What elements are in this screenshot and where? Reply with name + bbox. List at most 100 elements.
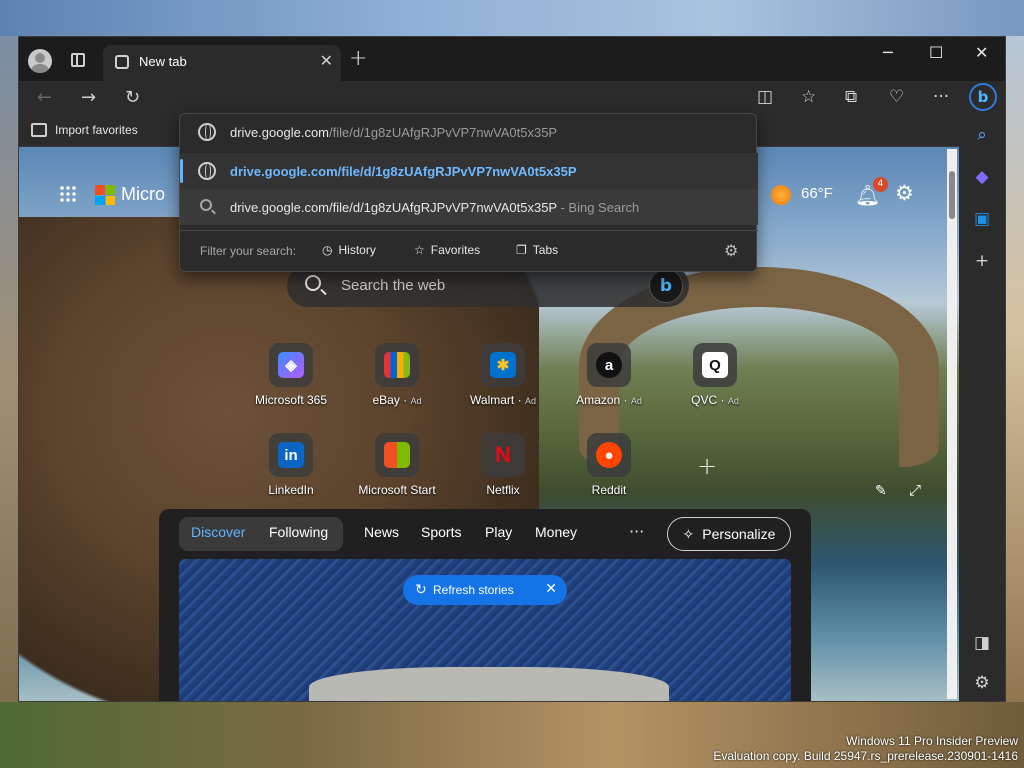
minimize-icon[interactable]: ─ (883, 43, 893, 62)
feed-tab-play[interactable]: Play (485, 524, 512, 540)
quick-link-tile[interactable]: ✱ Walmart · Ad (453, 343, 553, 427)
split-screen-icon[interactable]: ◫ (757, 87, 773, 107)
filter-tabs[interactable]: ❐ Tabs (516, 243, 558, 257)
qvc-icon: Q (702, 352, 728, 378)
amazon-icon: a (596, 352, 622, 378)
filter-favorites[interactable]: ☆ Favorites (414, 243, 480, 257)
quick-link-label: eBay (372, 393, 400, 407)
sidebar-outlook-icon[interactable]: ▣ (971, 209, 993, 229)
address-input[interactable]: drive.google.com/file/d/1g8zUAfgRJPvVP7n… (180, 114, 758, 150)
app-launcher-icon[interactable] (59, 185, 77, 203)
filter-settings-icon[interactable]: ⚙ (724, 241, 738, 261)
news-feed: Discover Following News Sports Play Mone… (159, 509, 811, 701)
close-refresh-icon[interactable]: ✕ (545, 580, 557, 597)
quick-link-tile[interactable]: a Amazon · Ad (559, 343, 659, 427)
sidebar: ⌕ ◆ ▣ + ◨ ⚙ (959, 117, 1005, 701)
feed-story-image[interactable]: ↻ Refresh stories ✕ (179, 559, 791, 701)
quick-link-tile[interactable]: eBay · Ad (347, 343, 447, 427)
refresh-stories-icon: ↻ (415, 581, 427, 597)
new-tab-plus-icon[interactable]: + (349, 46, 367, 71)
bing-chat-icon[interactable]: b (649, 269, 683, 303)
browser-window: New tab ✕ + ─ ☐ ✕ ← → ↻ ◫ ☆ ⧉ ♡ ··· b Im… (18, 36, 1006, 702)
quick-link-tile[interactable]: ● Reddit (559, 433, 659, 517)
sidebar-search-icon[interactable]: ⌕ (971, 125, 993, 145)
quick-link-tile[interactable]: ◈ Microsoft 365 (241, 343, 341, 427)
scrollbar-thumb[interactable] (949, 171, 955, 219)
tab-actions-icon[interactable] (71, 53, 85, 67)
suggestion-url[interactable]: drive.google.com/file/d/1g8zUAfgRJPvVP7n… (180, 153, 758, 189)
search-icon (305, 275, 321, 291)
ad-marker: Ad (727, 396, 739, 406)
tab-title: New tab (139, 54, 187, 69)
search-suggestion-text: drive.google.com/file/d/1g8zUAfgRJPvVP7n… (230, 200, 557, 215)
copilot-bing-icon[interactable]: b (969, 83, 997, 111)
close-tab-icon[interactable]: ✕ (320, 51, 333, 70)
suggestion-url-text: drive.google.com/file/d/1g8zUAfgRJPvVP7n… (230, 164, 577, 179)
quick-link-tile[interactable]: Microsoft Start (347, 433, 447, 517)
sidebar-add-icon[interactable]: + (971, 251, 993, 271)
weather-sun-icon[interactable] (771, 185, 791, 205)
quick-link-tile[interactable]: Q QVC · Ad (665, 343, 765, 427)
close-window-icon[interactable]: ✕ (975, 43, 988, 62)
collections-icon[interactable]: ⧉ (845, 87, 857, 107)
watermark-line-1: Windows 11 Pro Insider Preview (846, 734, 1018, 748)
personalize-icon: ✧ (682, 525, 695, 542)
bing-search-suffix: - Bing Search (556, 200, 640, 215)
notifications-badge: 4 (873, 177, 888, 192)
favorites-icon[interactable]: ☆ (801, 87, 816, 107)
expand-background-icon[interactable]: ⤢ (909, 481, 921, 499)
title-bar: New tab ✕ + ─ ☐ ✕ (19, 37, 1005, 81)
tab-new-tab[interactable]: New tab ✕ (103, 45, 341, 81)
ad-marker: Ad (524, 396, 536, 406)
edit-background-icon[interactable]: ✎ (875, 483, 887, 499)
watermark-line-2: Evaluation copy. Build 25947.rs_prerelea… (713, 749, 1018, 763)
toolbar: ← → ↻ ◫ ☆ ⧉ ♡ ··· b (19, 81, 1005, 117)
quick-link-label: Amazon (576, 393, 621, 407)
sidebar-copilot-icon[interactable]: ◆ (971, 167, 993, 187)
suggestion-search[interactable]: drive.google.com/file/d/1g8zUAfgRJPvVP7n… (180, 189, 758, 225)
selection-indicator (180, 159, 183, 183)
feed-tab-following[interactable]: Following (269, 524, 328, 540)
maximize-icon[interactable]: ☐ (929, 43, 943, 62)
profile-avatar[interactable] (28, 49, 52, 73)
desktop-wallpaper-right (1006, 36, 1024, 736)
quick-link-tile[interactable]: N Netflix (453, 433, 553, 517)
forward-icon[interactable]: → (81, 87, 96, 108)
linkedin-icon: in (278, 442, 304, 468)
filter-history[interactable]: ◷ History (322, 243, 376, 257)
feed-tab-money[interactable]: Money (535, 524, 577, 540)
refresh-stories-button[interactable]: ↻ Refresh stories ✕ (403, 575, 567, 605)
personalize-button[interactable]: ✧ Personalize (667, 517, 791, 551)
add-quick-link-icon[interactable]: + (685, 445, 729, 489)
feed-tab-sports[interactable]: Sports (421, 524, 461, 540)
browser-essentials-icon[interactable]: ♡ (889, 87, 904, 107)
favorites-star-icon: ☆ (414, 243, 425, 257)
page-scrollbar[interactable] (947, 149, 957, 699)
import-favorites-button[interactable]: Import favorites (31, 123, 138, 137)
sidebar-hide-icon[interactable]: ◨ (971, 633, 993, 653)
feed-tab-discover[interactable]: Discover (191, 524, 245, 540)
feed-more-icon[interactable]: ··· (629, 522, 644, 541)
feed-tab-news[interactable]: News (364, 524, 399, 540)
walmart-icon: ✱ (490, 352, 516, 378)
new-tab-icon (115, 55, 129, 69)
quick-links: ◈ Microsoft 365 eBay · Ad ✱ Walmart · Ad… (229, 343, 759, 523)
address-bar-dropdown: drive.google.com/file/d/1g8zUAfgRJPvVP7n… (179, 113, 758, 272)
page-settings-gear-icon[interactable]: ⚙ (895, 181, 914, 205)
history-icon: ◷ (322, 243, 333, 257)
quick-link-tile[interactable]: in LinkedIn (241, 433, 341, 517)
ad-marker: Ad (630, 396, 642, 406)
sidebar-settings-icon[interactable]: ⚙ (971, 673, 993, 693)
netflix-icon: N (495, 442, 511, 467)
quick-link-label: Microsoft Start (358, 483, 436, 497)
settings-more-icon[interactable]: ··· (933, 87, 949, 107)
search-icon (200, 199, 212, 211)
filter-label: Filter your search: (200, 244, 297, 258)
back-icon[interactable]: ← (37, 87, 52, 108)
globe-icon (198, 123, 216, 141)
desktop-wallpaper-top (0, 0, 1024, 36)
ship-image-shape (309, 667, 669, 701)
weather-temperature[interactable]: 66°F (801, 185, 833, 202)
refresh-icon[interactable]: ↻ (125, 87, 140, 108)
quick-link-label: Reddit (591, 483, 627, 497)
